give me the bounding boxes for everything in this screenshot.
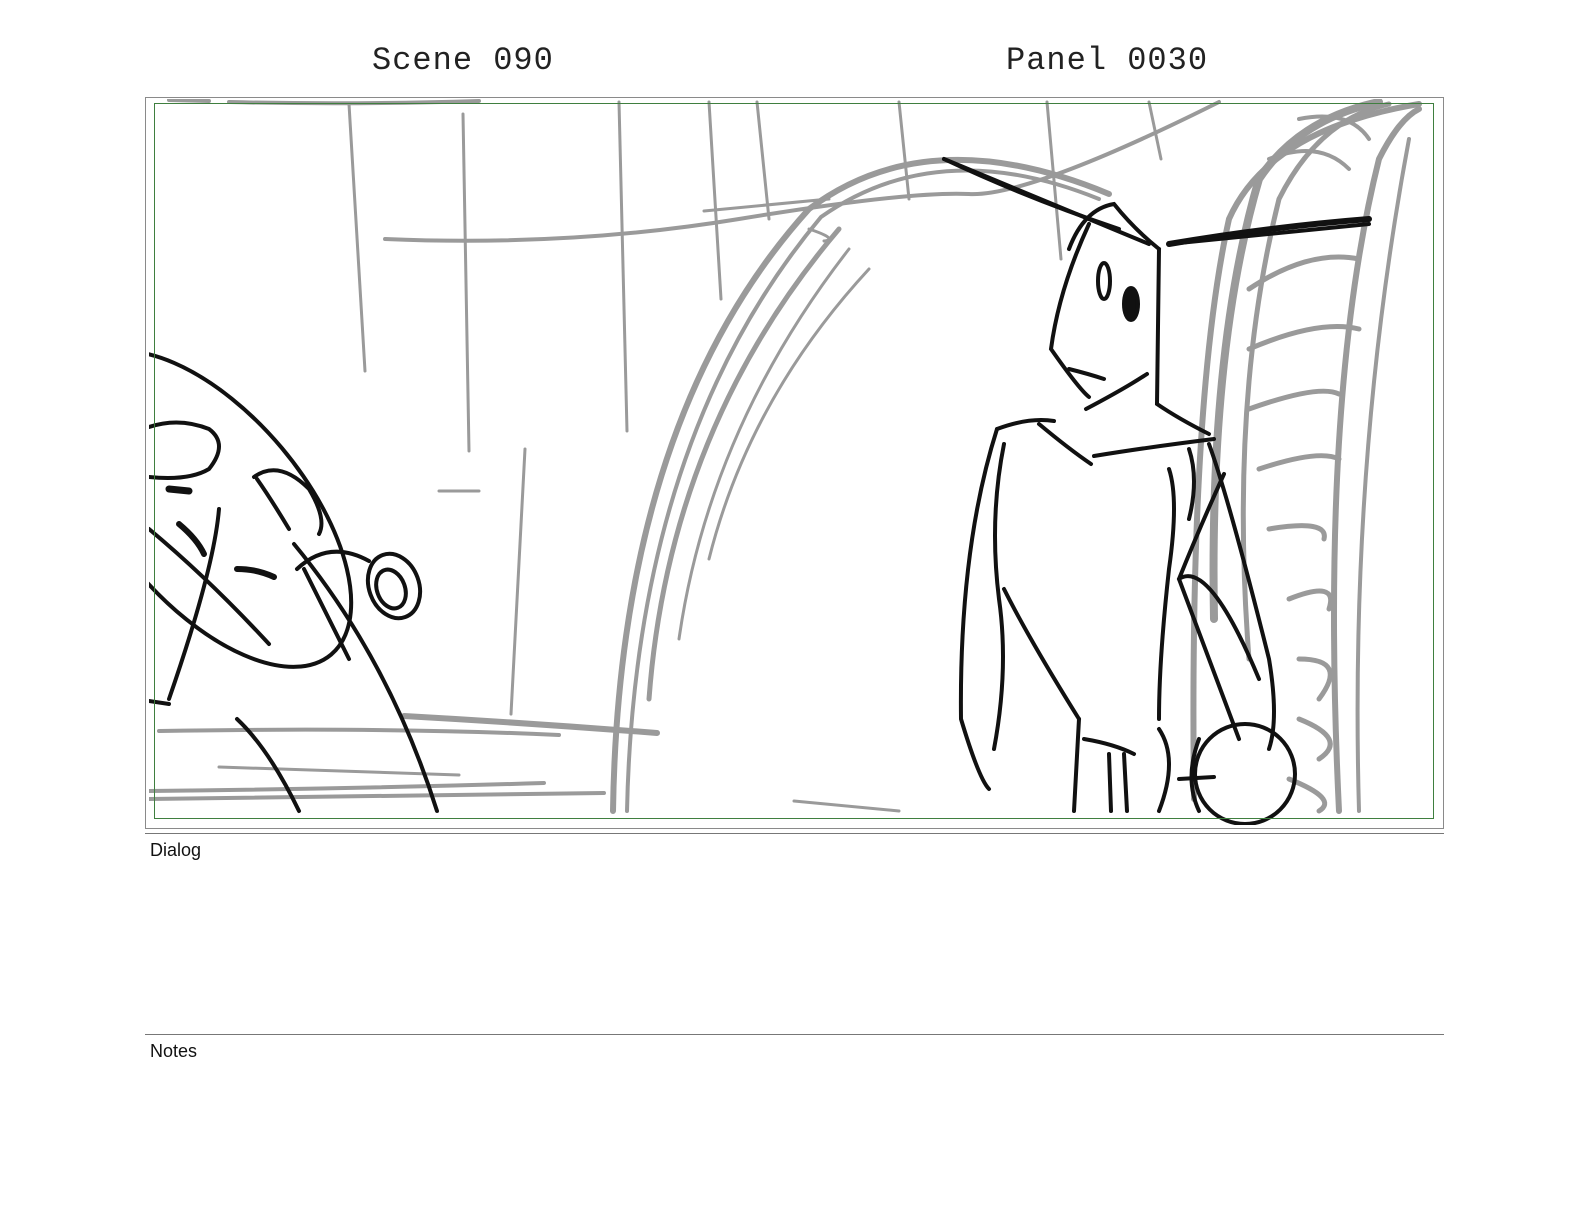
- dialog-label: Dialog: [150, 840, 202, 860]
- notes-divider: [145, 1034, 1444, 1035]
- safe-area-frame: [154, 103, 1434, 819]
- scene-number: Scene 090: [372, 42, 554, 79]
- panel-number: Panel 0030: [1006, 42, 1209, 79]
- notes-text: [150, 1067, 1440, 1207]
- notes-label: Notes: [150, 1041, 198, 1061]
- dialog-text: [150, 866, 1440, 1026]
- dialog-divider: [145, 833, 1444, 834]
